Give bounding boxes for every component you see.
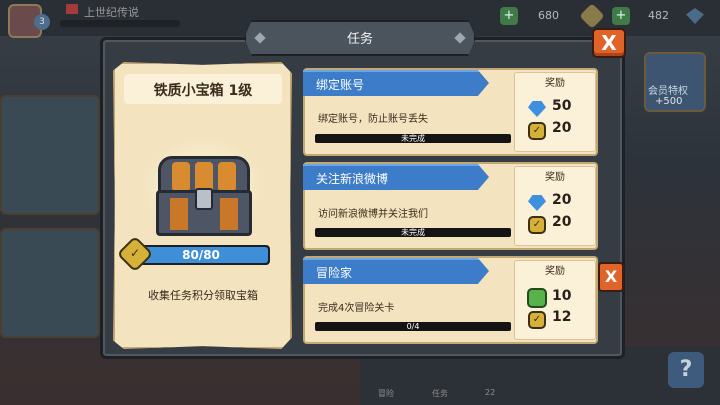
task-description: 访问新浪微博并关注我们: [318, 209, 428, 220]
check-icon: ✓: [532, 125, 542, 136]
chest-plank: [170, 198, 188, 230]
task-status: 0/4: [406, 322, 420, 331]
task-status: 未完成: [401, 134, 425, 143]
player-level-badge: 3: [34, 14, 50, 30]
task-description: 绑定账号，防止账号丢失: [318, 114, 428, 125]
check-icon: ✓: [532, 219, 542, 230]
player-name: 上世纪传说: [84, 6, 139, 19]
background-side-panel: [0, 228, 100, 338]
chest-plank: [220, 198, 238, 230]
vip-card-value: +500: [655, 96, 683, 107]
chest-plank: [172, 162, 190, 190]
chest-description: 收集任务积分领取宝箱: [148, 289, 258, 302]
reward-value: 50: [552, 98, 572, 114]
task-status: 未完成: [401, 228, 425, 237]
chest-progress-text: 80/80: [182, 248, 220, 262]
task-name: 绑定账号: [316, 78, 365, 92]
reward-value: 20: [552, 192, 572, 208]
flag-icon: [66, 4, 78, 14]
reward-label: 奖励: [545, 172, 565, 183]
background-side-panel: [0, 95, 100, 215]
check-icon: ✓: [532, 314, 542, 325]
chest-title: 铁质小宝箱 1级: [153, 83, 253, 99]
reward-value: 12: [552, 309, 572, 325]
vip-card-label: 会员特权: [648, 86, 688, 97]
close-button[interactable]: X: [592, 28, 626, 58]
xp-bar: [60, 20, 180, 27]
reward-value: 20: [552, 214, 572, 230]
lock-icon: [195, 188, 213, 210]
green-token-icon: [527, 288, 547, 308]
nav-label[interactable]: 22: [485, 388, 495, 397]
modal-title: 任务: [346, 32, 373, 47]
add-resource-1-button[interactable]: +: [500, 7, 518, 25]
reward-value: 10: [552, 288, 572, 304]
help-button[interactable]: ?: [668, 352, 704, 388]
reward-value: 20: [552, 120, 572, 136]
task-description: 完成4次冒险关卡: [318, 303, 395, 314]
reward-label: 奖励: [545, 266, 565, 277]
task-name: 冒险家: [316, 266, 353, 280]
resource-2-value: 482: [648, 9, 669, 22]
add-resource-2-button[interactable]: +: [612, 7, 630, 25]
chest-plank: [218, 162, 236, 190]
resource-1-value: 680: [538, 9, 559, 22]
chest-plank: [195, 162, 213, 190]
task-name: 关注新浪微博: [316, 172, 389, 186]
nav-label[interactable]: 任务: [432, 388, 448, 399]
task-dismiss-button[interactable]: X: [598, 262, 624, 292]
nav-label[interactable]: 冒险: [378, 388, 394, 399]
reward-label: 奖励: [545, 78, 565, 89]
